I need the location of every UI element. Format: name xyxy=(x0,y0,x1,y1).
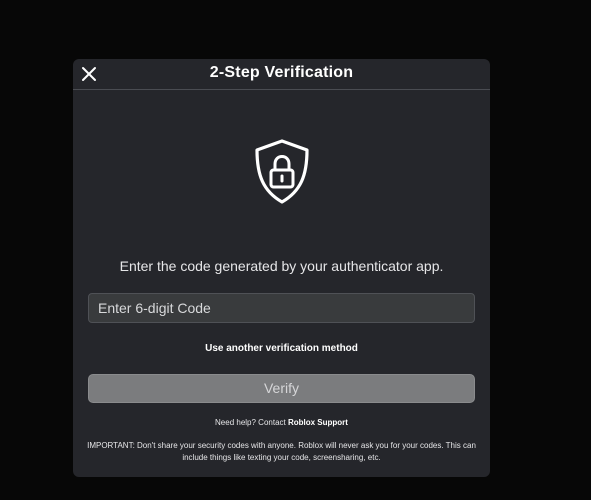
modal-title: 2-Step Verification xyxy=(209,64,354,81)
shield-lock-icon xyxy=(255,139,309,204)
help-text: Need help? Contact Roblox Support xyxy=(73,418,490,427)
support-link[interactable]: Roblox Support xyxy=(288,418,348,427)
modal-header: 2-Step Verification xyxy=(73,59,490,90)
verification-modal: 2-Step Verification Enter the code gener… xyxy=(73,59,490,477)
help-prefix: Need help? Contact xyxy=(215,418,288,427)
code-input[interactable] xyxy=(88,293,475,323)
verify-button[interactable]: Verify xyxy=(88,374,475,403)
instruction-text: Enter the code generated by your authent… xyxy=(119,258,444,274)
alt-method-link[interactable]: Use another verification method xyxy=(73,343,490,354)
important-notice: IMPORTANT: Don't share your security cod… xyxy=(87,441,476,462)
